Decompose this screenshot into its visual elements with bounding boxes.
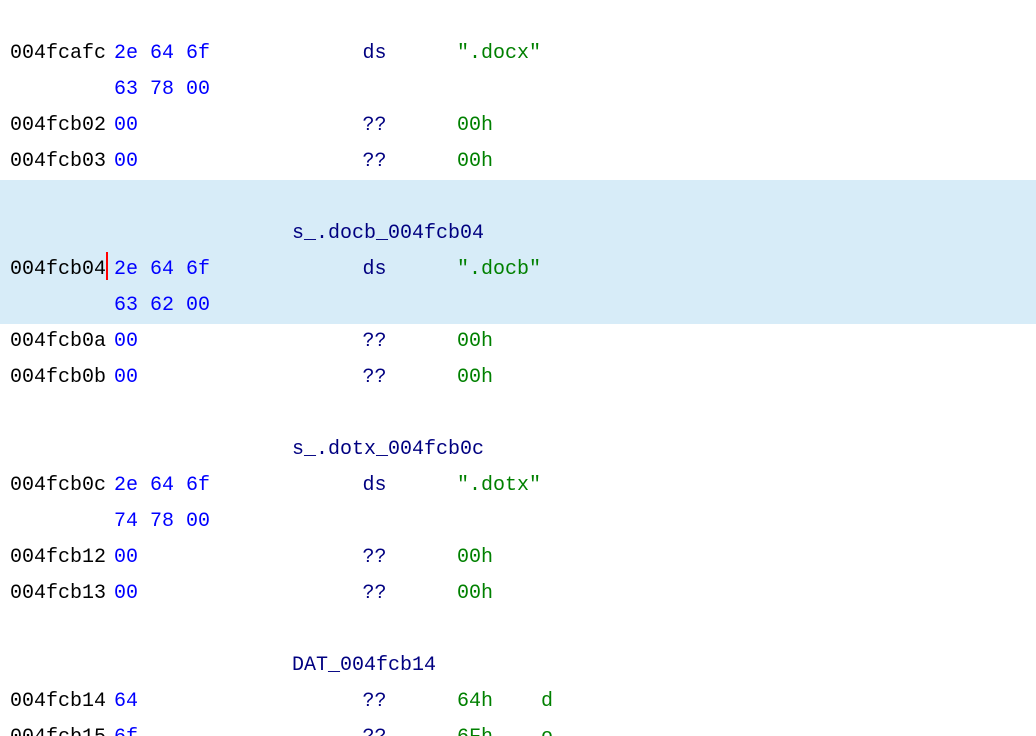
mnemonic: ds <box>292 476 457 496</box>
cursor-marker <box>106 252 108 280</box>
listing-row[interactable]: 63 62 00 <box>0 288 1036 324</box>
mnemonic: ds <box>292 260 457 280</box>
address: 004fcb03 <box>0 152 106 172</box>
address: 004fcb0c <box>0 476 106 496</box>
listing-row[interactable]: s_.docb_004fcb04 <box>0 216 1036 252</box>
listing-row[interactable] <box>0 612 1036 648</box>
mnemonic: ds <box>292 44 457 64</box>
address: 004fcb02 <box>0 116 106 136</box>
listing-row[interactable]: 004fcb0200??00h <box>0 108 1036 144</box>
mnemonic: ?? <box>292 692 457 712</box>
bytes: 6f <box>106 728 292 736</box>
bytes: 2e 64 6f <box>106 44 292 64</box>
operand: 00h <box>457 116 607 136</box>
mnemonic: ?? <box>292 332 457 352</box>
address: 004fcafc <box>0 44 106 64</box>
operand: 00h <box>457 332 607 352</box>
mnemonic: DAT_004fcb14 <box>292 656 692 676</box>
mnemonic: ?? <box>292 548 457 568</box>
address: 004fcb12 <box>0 548 106 568</box>
bytes: 64 <box>106 692 292 712</box>
listing-row[interactable]: 63 78 00 <box>0 72 1036 108</box>
listing-row[interactable]: s_.dotx_004fcb0c <box>0 432 1036 468</box>
disassembly-listing[interactable]: 004fcafc2e 64 6fds".docx"63 78 00004fcb0… <box>0 0 1036 736</box>
address: 004fcb04 <box>0 260 106 280</box>
operand: ".docb" <box>457 260 607 280</box>
listing-row[interactable]: 004fcb1200??00h <box>0 540 1036 576</box>
mnemonic: s_.dotx_004fcb0c <box>292 440 692 460</box>
listing-row[interactable]: 74 78 00 <box>0 504 1036 540</box>
operand: 00h <box>457 548 607 568</box>
listing-row[interactable]: 004fcb0c2e 64 6fds".dotx" <box>0 468 1036 504</box>
listing-row[interactable]: DAT_004fcb14 <box>0 648 1036 684</box>
mnemonic: ?? <box>292 116 457 136</box>
address: 004fcb0b <box>0 368 106 388</box>
address: 004fcb13 <box>0 584 106 604</box>
operand: 64h d <box>457 692 607 712</box>
listing-row[interactable]: 004fcb042e 64 6fds".docb" <box>0 252 1036 288</box>
listing-row[interactable]: 004fcb0a00??00h <box>0 324 1036 360</box>
bytes: 00 <box>106 152 292 172</box>
address: 004fcb0a <box>0 332 106 352</box>
bytes: 00 <box>106 332 292 352</box>
listing-row[interactable]: 004fcb1464??64h d <box>0 684 1036 720</box>
listing-row[interactable]: 004fcb1300??00h <box>0 576 1036 612</box>
listing-row[interactable]: 004fcb156f??6Fh o <box>0 720 1036 736</box>
address: 004fcb15 <box>0 728 106 736</box>
bytes: 63 62 00 <box>106 296 292 316</box>
bytes: 63 78 00 <box>106 80 292 100</box>
bytes: 74 78 00 <box>106 512 292 532</box>
bytes: 00 <box>106 548 292 568</box>
listing-row[interactable]: 004fcafc2e 64 6fds".docx" <box>0 36 1036 72</box>
mnemonic: ?? <box>292 152 457 172</box>
operand: 00h <box>457 584 607 604</box>
listing-row[interactable]: 004fcb0300??00h <box>0 144 1036 180</box>
bytes: 00 <box>106 584 292 604</box>
bytes: 00 <box>106 368 292 388</box>
operand: 00h <box>457 368 607 388</box>
listing-row[interactable] <box>0 180 1036 216</box>
mnemonic: s_.docb_004fcb04 <box>292 224 692 244</box>
operand: 00h <box>457 152 607 172</box>
address: 004fcb14 <box>0 692 106 712</box>
bytes: 00 <box>106 116 292 136</box>
mnemonic: ?? <box>292 584 457 604</box>
listing-row[interactable] <box>0 396 1036 432</box>
mnemonic: ?? <box>292 728 457 736</box>
listing-row[interactable] <box>0 0 1036 36</box>
bytes: 2e 64 6f <box>106 476 292 496</box>
operand: ".dotx" <box>457 476 607 496</box>
bytes: 2e 64 6f <box>106 260 292 280</box>
operand: ".docx" <box>457 44 607 64</box>
operand: 6Fh o <box>457 728 607 736</box>
listing-row[interactable]: 004fcb0b00??00h <box>0 360 1036 396</box>
mnemonic: ?? <box>292 368 457 388</box>
